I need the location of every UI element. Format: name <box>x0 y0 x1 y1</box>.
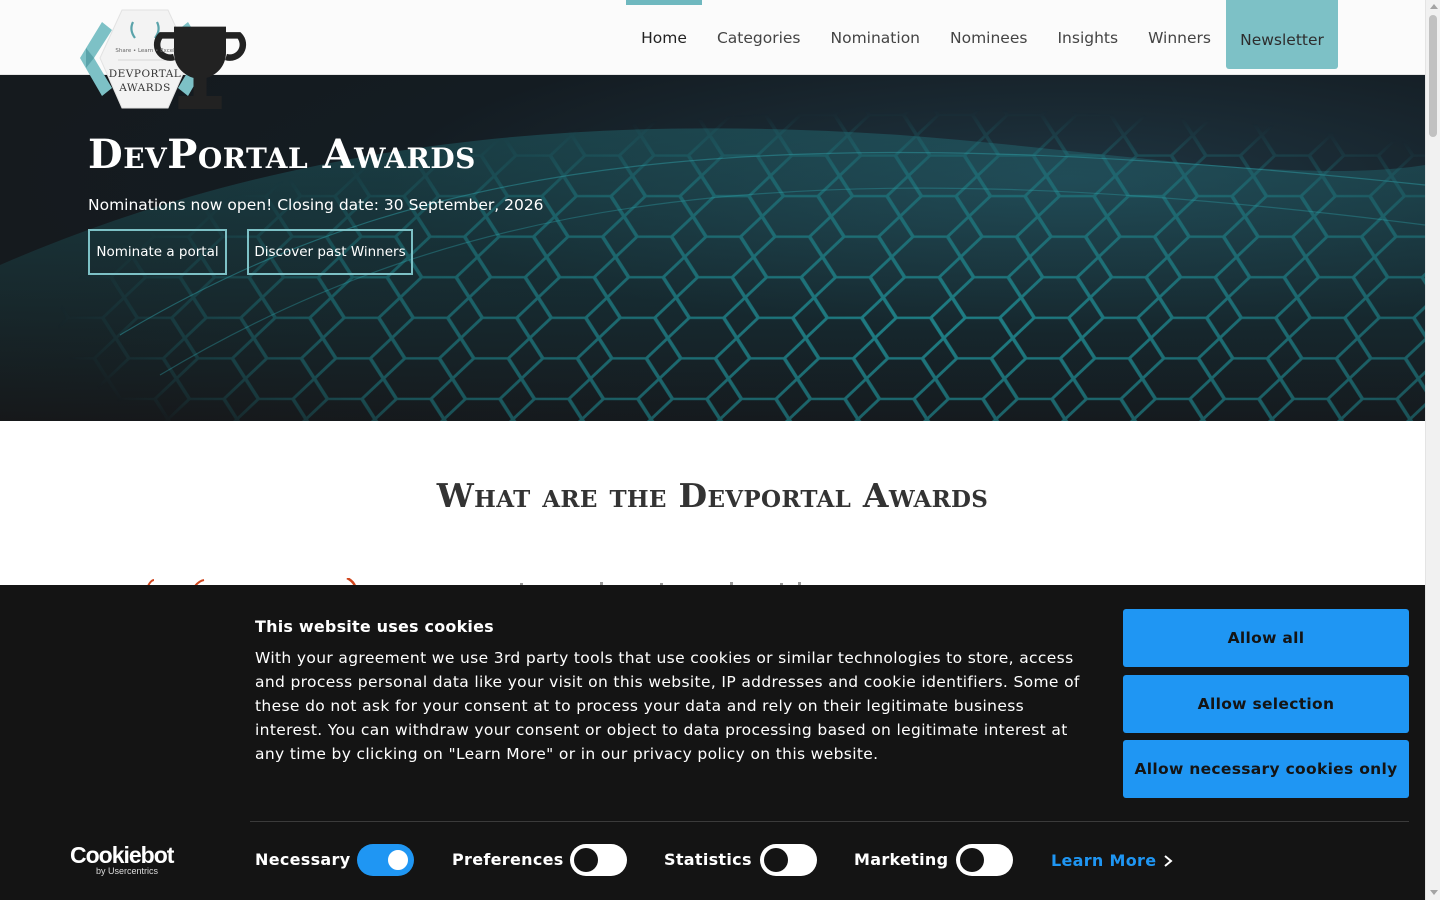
scroll-down-arrow-icon[interactable] <box>1430 890 1438 895</box>
hero-subtitle: Nominations now open! Closing date: 30 S… <box>88 196 544 214</box>
hero-banner: DevPortal Awards Nominations now open! C… <box>0 75 1425 421</box>
statistics-toggle-label: Statistics <box>664 850 752 869</box>
logo-name-line1: DEVPORTAL <box>108 68 182 80</box>
statistics-toggle[interactable] <box>760 844 817 876</box>
toggle-knob <box>960 848 984 872</box>
nav-item-nominees[interactable]: Nominees <box>935 0 1042 75</box>
chevron-right-icon[interactable] <box>1161 853 1175 869</box>
cookie-banner-divider <box>250 821 1409 822</box>
logo-tagline: Share • Learn • Excel <box>115 48 175 54</box>
cookie-consent-banner: This website uses cookies With your agre… <box>0 585 1425 900</box>
learn-more-link[interactable]: Learn More <box>1051 851 1156 870</box>
cookie-banner-title: This website uses cookies <box>255 617 494 636</box>
toggle-knob <box>386 848 410 872</box>
necessary-toggle[interactable] <box>357 844 414 876</box>
scrollbar-thumb[interactable] <box>1429 15 1437 137</box>
allow-necessary-only-button[interactable]: Allow necessary cookies only <box>1123 740 1409 798</box>
logo-name-line2: AWARDS <box>119 82 171 94</box>
discover-winners-button[interactable]: Discover past Winners <box>247 229 413 275</box>
preferences-toggle-label: Preferences <box>452 850 564 869</box>
nominate-portal-button[interactable]: Nominate a portal <box>88 229 227 275</box>
necessary-toggle-label: Necessary <box>255 850 351 869</box>
scroll-up-arrow-icon[interactable] <box>1430 4 1438 9</box>
toggle-knob <box>574 848 598 872</box>
marketing-toggle-label: Marketing <box>854 850 949 869</box>
nav-item-categories[interactable]: Categories <box>702 0 816 75</box>
cookie-banner-text: With your agreement we use 3rd party too… <box>255 649 1080 763</box>
page-scrollbar[interactable] <box>1425 0 1440 900</box>
site-header: Share • Learn • Excel DEVPORTAL AWARDS H… <box>0 0 1425 109</box>
cookiebot-brand: Cookiebot <box>70 842 174 868</box>
newsletter-button[interactable]: Newsletter <box>1226 0 1338 69</box>
marketing-toggle[interactable] <box>956 844 1013 876</box>
toggle-knob <box>764 848 788 872</box>
allow-all-button[interactable]: Allow all <box>1123 609 1409 667</box>
hero-title: DevPortal Awards <box>88 131 476 178</box>
intro-heading: What are the Devportal Awards <box>436 476 989 515</box>
allow-selection-button[interactable]: Allow selection <box>1123 675 1409 733</box>
logo-name: DEVPORTAL AWARDS <box>78 67 212 95</box>
nav-item-insights[interactable]: Insights <box>1042 0 1133 75</box>
preferences-toggle[interactable] <box>570 844 627 876</box>
nav-item-nomination[interactable]: Nomination <box>816 0 936 75</box>
main-nav: Home Categories Nomination Nominees Insi… <box>626 0 1338 75</box>
cookiebot-logo[interactable]: Cookiebot by Usercentrics <box>70 843 174 877</box>
devportal-awards-logo[interactable]: Share • Learn • Excel DEVPORTAL AWARDS <box>78 8 247 112</box>
nav-item-home[interactable]: Home <box>626 0 702 75</box>
nav-item-winners[interactable]: Winners <box>1133 0 1226 75</box>
